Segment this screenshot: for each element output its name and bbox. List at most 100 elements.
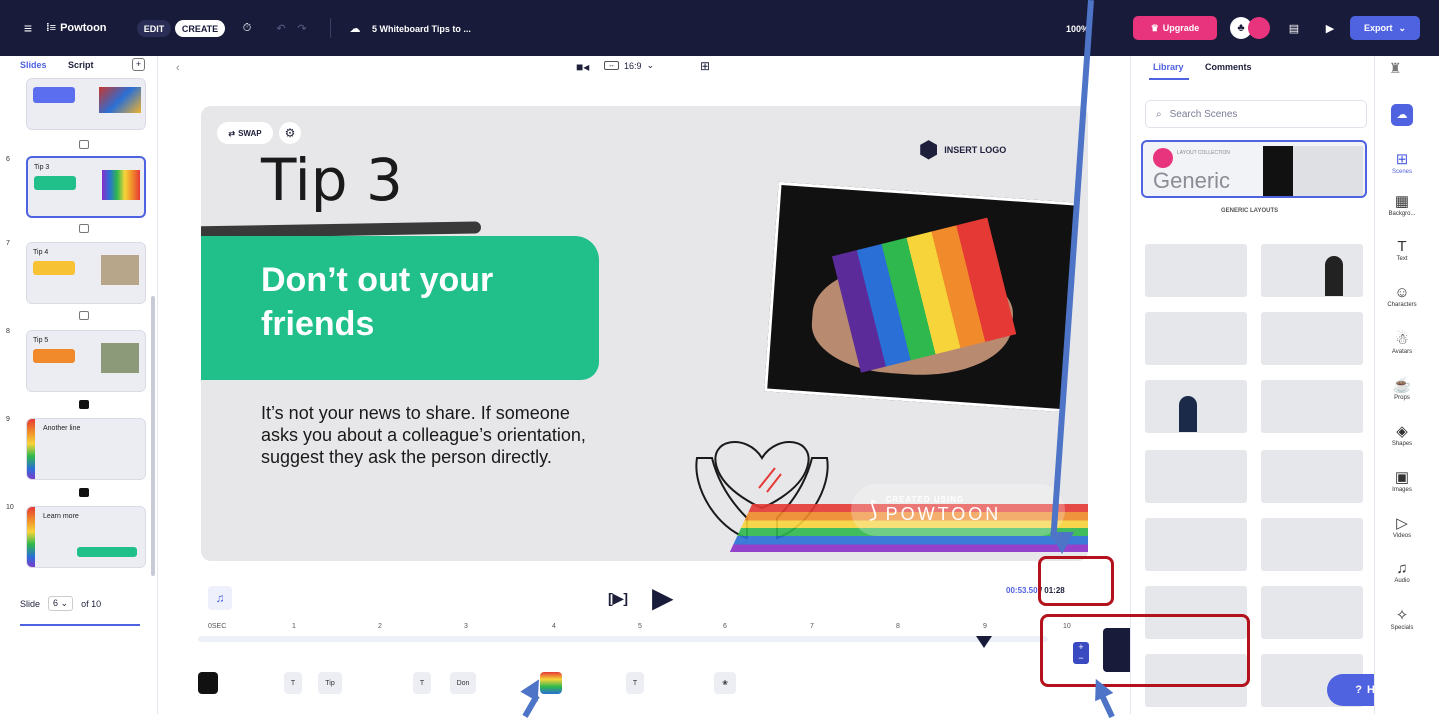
slides-panel: Slides Script + 6 Tip 3 7 Tip 4 8 Tip 5 … (0, 56, 158, 714)
play-button[interactable]: ▶ (652, 584, 674, 612)
transition-icon[interactable] (79, 224, 89, 233)
slide-number-select[interactable]: 6 ⌄ (48, 596, 74, 611)
slide-thumbnail[interactable]: Another line (26, 418, 146, 480)
preview-button[interactable]: [▶] (608, 590, 628, 607)
scene-template[interactable] (1261, 380, 1363, 433)
text-icon[interactable]: T Text (1377, 238, 1427, 262)
slide-thumbnail-selected[interactable]: Tip 3 (26, 156, 146, 218)
upgrade-button[interactable]: ♛ Upgrade (1133, 16, 1217, 40)
aspect-value: 16:9 (624, 60, 642, 71)
insert-logo[interactable]: ⬢ INSERT LOGO (919, 139, 1007, 161)
swap-button[interactable]: ⇄ SWAP (217, 122, 273, 144)
grid-icon[interactable]: ⊞ (700, 59, 710, 73)
annotation-arrowhead-top (1050, 532, 1074, 554)
timeline-item-text[interactable]: T (626, 672, 644, 694)
counter-underline (20, 624, 140, 626)
avatars-glyph: ☃ (1395, 331, 1409, 348)
slide-thumbnail[interactable]: Tip 4 (26, 242, 146, 304)
slide-title: Tip 5 (33, 337, 49, 344)
search-icon: ⌕ (1156, 108, 1162, 120)
aspect-ratio-select[interactable]: ↔ 16:9 ⌄ (604, 60, 654, 71)
timeline-tick: 3 (464, 623, 468, 630)
videos-icon[interactable]: ▷ Videos (1377, 514, 1427, 539)
insert-logo-label: INSERT LOGO (944, 145, 1007, 155)
history-icon[interactable]: ⏱ (238, 20, 256, 37)
slide-thumbnail[interactable] (26, 78, 146, 130)
characters-icon[interactable]: ☺ Characters (1377, 284, 1427, 308)
audio-icon[interactable]: ♫ Audio (1377, 560, 1427, 584)
brand-logo[interactable]: ⁞≡ Powtoon (46, 18, 107, 38)
tab-comments[interactable]: Comments (1205, 62, 1252, 72)
hamburger-icon[interactable]: ≡ (20, 20, 36, 36)
timeline-item-text[interactable]: T (413, 672, 431, 694)
edit-mode-toggle[interactable]: EDIT (137, 20, 171, 37)
timeline-item-label[interactable]: Tip (318, 672, 342, 694)
tip-title[interactable]: Tip 3 (261, 146, 403, 214)
scene-template[interactable] (1145, 312, 1247, 365)
user-avatar-icon[interactable]: ♜ (1389, 60, 1402, 77)
scene-template[interactable] (1261, 244, 1363, 297)
music-icon[interactable]: ♫ (208, 586, 232, 610)
chevron-down-icon: ⌄ (646, 60, 655, 70)
side-label: Specials (1390, 625, 1414, 631)
transition-icon[interactable] (79, 488, 89, 497)
timeline-tick: 2 (378, 623, 382, 630)
notes-icon[interactable]: ▤ (1284, 18, 1304, 38)
images-icon[interactable]: ▣ Images (1377, 468, 1427, 493)
timeline-item-shape[interactable]: ❀ (714, 672, 736, 694)
left-scrollbar[interactable] (151, 296, 155, 576)
play-preview-icon[interactable]: ▶ (1320, 18, 1340, 38)
scene-template[interactable] (1145, 518, 1247, 571)
shapes-icon[interactable]: ◈ Shapes (1377, 422, 1427, 447)
collaborators-avatars[interactable]: ♣ (1226, 16, 1274, 40)
project-title[interactable]: 5 Whiteboard Tips to ... (372, 20, 471, 37)
slide-thumbnail[interactable]: Tip 5 (26, 330, 146, 392)
rainbow-flag-photo[interactable] (764, 181, 1078, 413)
powtoon-watermark: ⟆ CREATED USING POWTOON (851, 484, 1065, 536)
text-layer-icon: T (419, 679, 425, 687)
add-slide-icon[interactable]: + (132, 58, 145, 71)
redo-icon[interactable]: ↷ (293, 20, 311, 37)
backgrounds-icon[interactable]: ▦ Backgro... (1377, 192, 1427, 217)
canvas-area: ‹ ■◂ ↔ 16:9 ⌄ ⊞ ⇄ SWAP ⚙ Tip 3 Don’t out… (158, 56, 1243, 714)
transition-icon[interactable] (79, 400, 89, 409)
export-button[interactable]: Export ⌄ (1350, 16, 1420, 40)
scene-template[interactable] (1145, 380, 1247, 433)
topbar-divider (330, 18, 331, 38)
swap-label: SWAP (238, 128, 262, 138)
time-current: 00:53.50 (1006, 586, 1038, 595)
avatars-icon[interactable]: ☃ Avatars (1377, 330, 1427, 355)
scene-template[interactable] (1261, 450, 1363, 503)
transition-icon[interactable] (79, 140, 89, 149)
collapse-panel-icon[interactable]: ‹ (176, 62, 180, 74)
timeline-item-label[interactable]: Don (450, 672, 476, 694)
playhead-marker[interactable] (976, 636, 992, 648)
props-icon[interactable]: ☕ Props (1377, 376, 1427, 401)
settings-gear-icon[interactable]: ⚙ (279, 122, 301, 144)
scene-template[interactable] (1261, 518, 1363, 571)
search-box[interactable]: ⌕ Search Scenes (1145, 100, 1367, 128)
transition-icon[interactable] (79, 311, 89, 320)
timeline-track[interactable] (198, 636, 1048, 642)
slide-thumbnail[interactable]: Learn more (26, 506, 146, 568)
create-mode-toggle[interactable]: CREATE (175, 20, 225, 37)
timeline-item-text[interactable]: T (284, 672, 302, 694)
tab-script[interactable]: Script (68, 60, 94, 70)
scenes-icon[interactable]: ⊞ Scenes (1377, 150, 1427, 175)
scene-template[interactable] (1145, 244, 1247, 297)
chevron-down-icon: ⌄ (1398, 22, 1407, 33)
body-text[interactable]: It’s not your news to share. If someone … (261, 402, 601, 468)
upload-button[interactable]: ☁ (1391, 104, 1413, 126)
featured-collection-card[interactable]: LAYOUT COLLECTION Generic (1141, 140, 1367, 198)
slide-canvas[interactable]: ⇄ SWAP ⚙ Tip 3 Don’t out your friends It… (201, 106, 1088, 561)
scene-template[interactable] (1145, 450, 1247, 503)
timeline-item-background[interactable] (198, 672, 218, 694)
undo-icon[interactable]: ↶ (272, 20, 290, 37)
camera-icon[interactable]: ■◂ (576, 60, 589, 74)
headline-text[interactable]: Don’t out your friends (261, 258, 493, 346)
tab-library[interactable]: Library (1153, 62, 1184, 72)
tab-slides[interactable]: Slides (20, 60, 47, 70)
scene-template[interactable] (1261, 312, 1363, 365)
scene-template[interactable] (1261, 586, 1363, 639)
specials-icon[interactable]: ✧ Specials (1377, 606, 1427, 631)
